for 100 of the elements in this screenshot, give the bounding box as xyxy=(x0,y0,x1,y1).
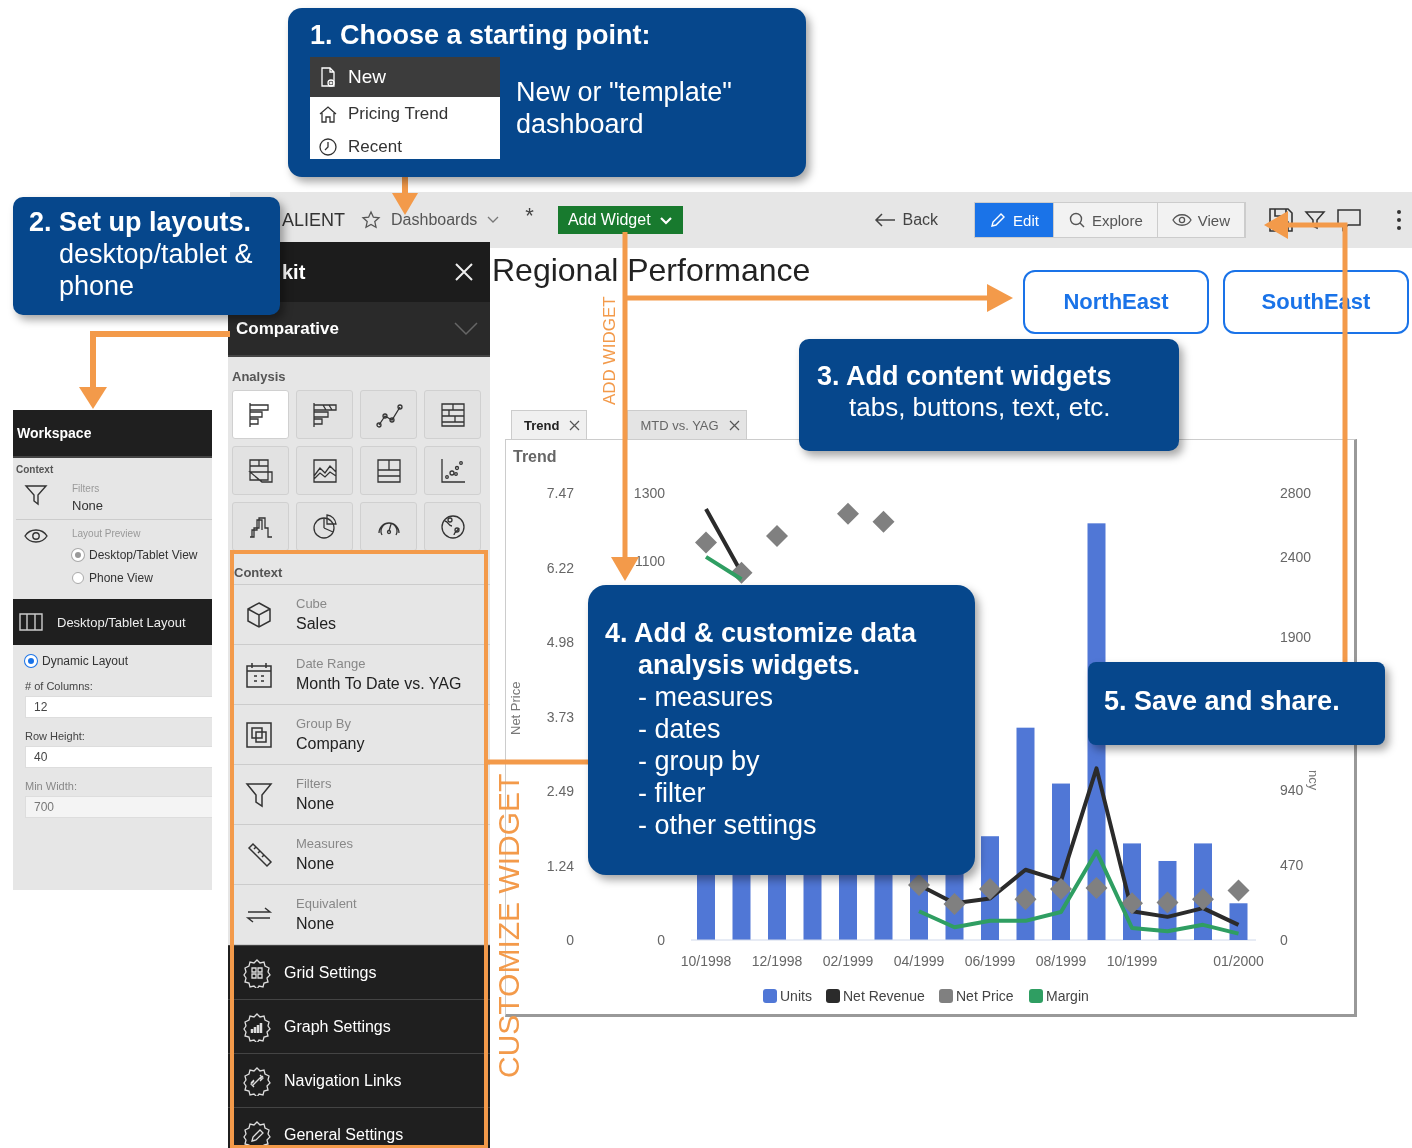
search-icon xyxy=(1067,211,1086,229)
section-heading: Context xyxy=(234,557,490,585)
legend-swatch xyxy=(1029,989,1043,1003)
widget-tab[interactable]: Trend xyxy=(511,410,588,439)
callout-title: 1. Choose a starting point: xyxy=(310,20,652,51)
widget-type-tile[interactable] xyxy=(232,390,289,439)
annotation-label: CUSTOMIZE WIDGET xyxy=(492,773,526,1078)
filter-icon[interactable] xyxy=(1304,209,1326,231)
data-point xyxy=(979,877,1001,900)
context-value: None xyxy=(296,855,336,873)
field-label: Row Height: xyxy=(25,730,86,742)
add-widget-button[interactable]: Add Widget xyxy=(557,206,683,234)
mode-tab[interactable]: Edit xyxy=(975,203,1054,237)
context-item[interactable]: Measures None xyxy=(234,825,490,885)
context-item[interactable]: Filters None xyxy=(234,765,490,825)
menu-item[interactable]: Recent xyxy=(310,130,500,159)
region-button[interactable]: NorthEast xyxy=(1023,270,1209,334)
widget-type-tile[interactable] xyxy=(296,446,353,495)
dashboard-title: Regional Performance xyxy=(492,252,812,289)
axis-tick-label: 12/1998 xyxy=(751,953,803,969)
context-value: Company xyxy=(296,735,365,753)
context-label: Measures xyxy=(296,836,354,851)
widget-type-tile[interactable] xyxy=(232,502,289,551)
widget-type-tile[interactable] xyxy=(232,446,289,495)
legend-label[interactable]: Units xyxy=(780,988,812,1004)
number-field[interactable]: 12 xyxy=(25,696,212,718)
data-point xyxy=(872,510,895,533)
chevron-down-icon[interactable] xyxy=(487,216,500,224)
legend-label[interactable]: Net Revenue xyxy=(843,988,925,1004)
more-icon[interactable] xyxy=(1396,209,1402,231)
context-value: None xyxy=(296,915,336,933)
axis-tick-label: 0 xyxy=(657,932,665,948)
context-label: Cube xyxy=(296,596,329,611)
data-point xyxy=(1050,877,1072,900)
context-label: Filters xyxy=(296,776,333,791)
widget-type-tile[interactable] xyxy=(424,446,481,495)
arrow xyxy=(392,176,418,215)
layout-chart-icon xyxy=(374,456,403,485)
settings-item[interactable]: Navigation Links xyxy=(228,1053,490,1107)
mode-tab[interactable]: Explore xyxy=(1053,203,1158,237)
legend-swatch xyxy=(763,989,777,1003)
context-value: None xyxy=(72,498,104,513)
gear-icon xyxy=(242,957,272,988)
widget-tab[interactable]: MTD vs. YAG xyxy=(627,410,747,439)
axis-tick-label: 1100 xyxy=(634,553,665,569)
mode-tab[interactable]: View xyxy=(1157,203,1245,237)
panel-title: Workspace xyxy=(17,425,92,441)
callout-title: 2. Set up layouts. xyxy=(29,207,253,238)
widget-type-tile[interactable] xyxy=(296,502,353,551)
widget-type-tile[interactable] xyxy=(360,502,417,551)
gear-icon xyxy=(242,1011,272,1042)
category-dropdown[interactable]: Comparative xyxy=(228,302,490,357)
axis-tick-label: 7.47 xyxy=(546,485,574,501)
number-field[interactable]: 40 xyxy=(25,746,212,768)
eye-icon xyxy=(1171,213,1192,227)
filter-icon xyxy=(24,483,48,507)
radio-label: Phone View xyxy=(89,571,153,585)
axis-tick-label: 4.98 xyxy=(546,634,574,650)
context-value: Month To Date vs. YAG xyxy=(296,675,462,693)
widget-type-tile[interactable] xyxy=(424,390,481,439)
settings-item[interactable]: Graph Settings xyxy=(228,999,490,1053)
widget-type-tile[interactable] xyxy=(296,390,353,439)
axis-title: ncy xyxy=(1306,770,1321,791)
radio-button[interactable] xyxy=(72,572,84,584)
field-label: # of Columns: xyxy=(25,680,94,692)
dashboards-menu[interactable]: Dashboards xyxy=(391,211,478,229)
menu-item[interactable]: Pricing Trend xyxy=(310,97,500,130)
clock-icon xyxy=(318,136,338,157)
menu-item[interactable]: New xyxy=(310,57,500,97)
group-icon xyxy=(244,719,274,750)
widget-type-tile[interactable] xyxy=(360,390,417,439)
legend-label[interactable]: Margin xyxy=(1046,988,1089,1004)
close-icon[interactable] xyxy=(569,419,581,431)
section-heading: Context xyxy=(16,464,55,475)
axis-tick-label: 01/2000 xyxy=(1213,953,1264,969)
axis-tick-label: 3.73 xyxy=(546,708,574,725)
axis-tick-label: 10/1999 xyxy=(1106,953,1158,969)
axis-tick-label: 0 xyxy=(1280,932,1288,948)
callout-list-item: - other settings xyxy=(637,809,818,841)
context-item[interactable]: Date Range Month To Date vs. YAG xyxy=(234,645,490,705)
callout-list-item: - filter xyxy=(637,777,707,809)
axis-tick-label: 2800 xyxy=(1280,485,1312,501)
axis-tick-label: 02/1999 xyxy=(822,953,874,969)
back-button[interactable]: Back xyxy=(868,210,945,230)
context-item[interactable]: Cube Sales xyxy=(234,585,490,645)
widget-type-tile[interactable] xyxy=(360,446,417,495)
star-icon[interactable] xyxy=(361,210,382,230)
setting-label: Layout Preview xyxy=(72,528,142,539)
callout-title: 3. Add content widgets xyxy=(817,361,1113,392)
settings-item[interactable]: Grid Settings xyxy=(228,945,490,999)
data-point xyxy=(766,525,788,548)
comment-icon[interactable] xyxy=(1336,208,1362,232)
widget-type-tile[interactable] xyxy=(424,502,481,551)
arrow-left-icon xyxy=(874,213,897,227)
data-point xyxy=(695,531,717,554)
area-chart-icon xyxy=(310,456,339,485)
axis-tick-label: 940 xyxy=(1280,781,1304,798)
legend-label[interactable]: Net Price xyxy=(956,988,1014,1004)
context-item[interactable]: Group By Company xyxy=(234,705,490,765)
axis-tick-label: 04/1999 xyxy=(893,953,945,969)
